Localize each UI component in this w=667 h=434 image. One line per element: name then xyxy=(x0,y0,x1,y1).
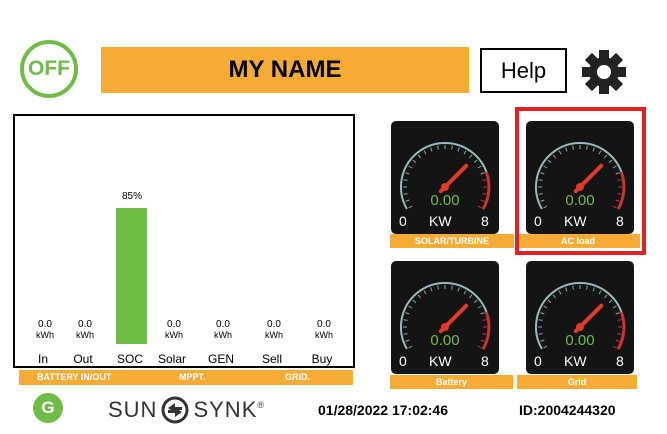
gauge-max: 8 xyxy=(616,353,624,369)
off-button[interactable]: OFF xyxy=(20,40,78,98)
x-label-gen: GEN xyxy=(207,352,234,366)
help-button[interactable]: Help xyxy=(480,48,567,93)
gauge-label-battery: Battery xyxy=(390,375,513,389)
x-label-sell: Sell xyxy=(261,352,282,366)
bar-value-buy: 0.0 kWh xyxy=(315,319,333,340)
energy-bar-chart: 0.0 kWh 0.0 kWh 85% 0.0 kWh 0.0 kWh 0.0 kWh 0.0 kWh xyxy=(13,114,355,368)
group-label-grid: GRID. xyxy=(285,372,311,382)
chart-group-bar: BATTERY IN/OUT MPPT. GRID. xyxy=(19,370,353,385)
gauge-grid[interactable]: 0.00 0 KW 8 xyxy=(526,261,634,374)
gauge-max: 8 xyxy=(481,213,489,229)
group-label-battery: BATTERY IN/OUT xyxy=(37,372,112,382)
device-id-text: ID:2004244320 xyxy=(519,402,616,418)
gauge-battery[interactable]: 0.00 0 KW 8 xyxy=(391,261,499,374)
gauge-value: 0.00 xyxy=(430,192,460,209)
gauge-min: 0 xyxy=(399,353,407,369)
selected-gauge-highlight xyxy=(515,107,646,255)
datetime-text: 01/28/2022 17:02:46 xyxy=(318,402,448,418)
sync-arrows-icon xyxy=(161,396,189,424)
gauge-solar-turbine[interactable]: 0.00 0 KW 8 xyxy=(391,121,499,234)
bar-value-gen: 0.0 kWh xyxy=(214,319,232,340)
x-label-soc: SOC xyxy=(116,352,143,366)
sunsynk-logo: SUN SYNK ® xyxy=(108,396,266,424)
x-label-in: In xyxy=(37,352,48,366)
gauge-value: 0.00 xyxy=(430,332,460,349)
x-label-out: Out xyxy=(73,352,93,366)
g-logo-icon: G xyxy=(33,393,63,423)
gauge-unit: KW xyxy=(564,353,587,369)
gauge-unit: KW xyxy=(429,353,452,369)
name-title: MY NAME xyxy=(228,56,342,83)
x-label-buy: Buy xyxy=(311,352,333,366)
gauge-label-grid: Grid xyxy=(517,375,637,389)
gauge-unit: KW xyxy=(429,213,452,229)
x-label-solar: Solar xyxy=(157,352,186,366)
gauge-min: 0 xyxy=(534,353,542,369)
bar-value-in: 0.0 kWh xyxy=(36,319,54,340)
gauge-value: 0.00 xyxy=(565,332,595,349)
bar-value-sell: 0.0 kWh xyxy=(265,319,283,340)
gear-icon[interactable] xyxy=(580,48,628,96)
gauge-min: 0 xyxy=(399,213,407,229)
bar-value-out: 0.0 kWh xyxy=(76,319,94,340)
name-banner: MY NAME xyxy=(101,47,469,93)
bar-soc xyxy=(116,208,147,344)
gauge-max: 8 xyxy=(481,353,489,369)
group-label-mppt: MPPT. xyxy=(179,372,206,382)
bar-value-soc: 85% xyxy=(121,191,142,202)
off-label: OFF xyxy=(28,57,70,80)
gauge-label-solar-turbine: SOLAR/TURBINE xyxy=(390,234,514,248)
bar-value-solar: 0.0 kWh xyxy=(165,319,183,340)
